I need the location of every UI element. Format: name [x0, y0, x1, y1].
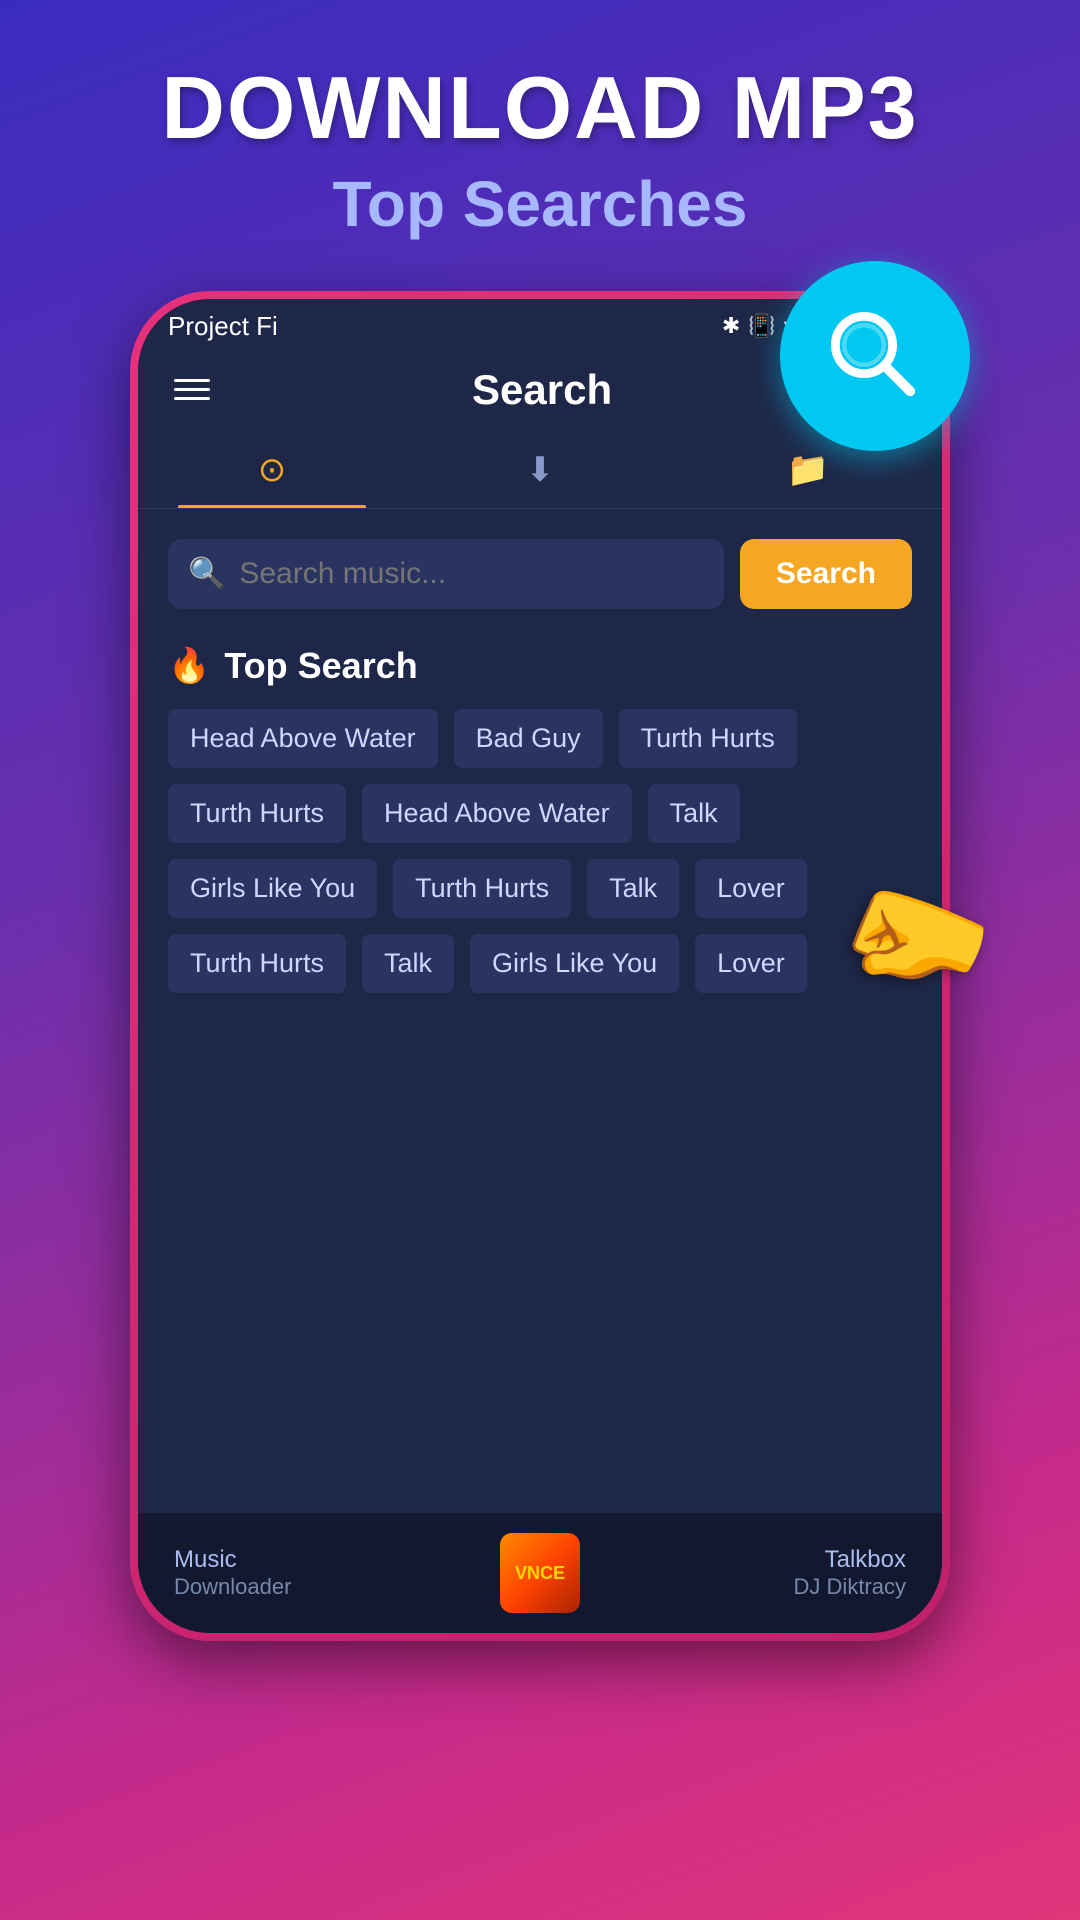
- search-input[interactable]: [239, 539, 704, 609]
- bottom-bar-left-title: Music: [174, 1546, 480, 1574]
- tag-talk-1[interactable]: Talk: [648, 784, 740, 843]
- tab-search[interactable]: ⊙: [138, 432, 406, 508]
- tags-container: Head Above Water Bad Guy Turth Hurts Tur…: [168, 709, 912, 993]
- tag-talk-3[interactable]: Talk: [362, 934, 454, 993]
- tag-lover-1[interactable]: Lover: [695, 859, 807, 918]
- bluetooth-icon: ✱: [722, 313, 740, 339]
- bottom-bar-right-subtitle: DJ Diktracy: [600, 1574, 906, 1600]
- tag-bad-guy[interactable]: Bad Guy: [454, 709, 603, 768]
- search-bar-row: 🔍 Search: [168, 539, 912, 609]
- top-search-section: 🔥 Top Search Head Above Water Bad Guy Tu…: [168, 645, 912, 993]
- tag-head-above-water-1[interactable]: Head Above Water: [168, 709, 438, 768]
- download-tab-icon: ⬇: [526, 450, 555, 490]
- tag-turth-hurts-3[interactable]: Turth Hurts: [393, 859, 571, 918]
- vibrate-icon: 📳: [748, 313, 775, 339]
- phone-screen: Project Fi ✱ 📳 ▾ ▲ 🔋 59%: [138, 299, 942, 1633]
- bottom-bar-right: Talkbox DJ Diktracy: [600, 1546, 906, 1600]
- tag-turth-hurts-4[interactable]: Turth Hurts: [168, 934, 346, 993]
- tab-downloads[interactable]: ⬇: [406, 432, 674, 508]
- app-title: Search: [472, 366, 612, 414]
- search-input-wrapper: 🔍: [168, 539, 724, 609]
- header-section: DOWNLOAD MP3 Top Searches: [0, 0, 1080, 271]
- search-circle: [780, 261, 970, 451]
- folder-tab-icon: 📁: [787, 450, 829, 490]
- tag-lover-2[interactable]: Lover: [695, 934, 807, 993]
- top-search-header: 🔥 Top Search: [168, 645, 912, 687]
- subtitle: Top Searches: [40, 167, 1040, 241]
- search-button[interactable]: Search: [740, 539, 912, 609]
- tag-head-above-water-2[interactable]: Head Above Water: [362, 784, 632, 843]
- thumb-label: VNCE: [515, 1564, 565, 1582]
- album-thumb[interactable]: VNCE: [500, 1533, 580, 1613]
- tag-talk-2[interactable]: Talk: [587, 859, 679, 918]
- tab-bar: ⊙ ⬇ 📁: [138, 432, 942, 509]
- bottom-bar-left-subtitle: Downloader: [174, 1574, 480, 1600]
- phone-wrapper: 🤜 Project Fi ✱ 📳 ▾ ▲ 🔋 59%: [130, 291, 950, 1641]
- bottom-bar-left: Music Downloader: [174, 1546, 480, 1600]
- fire-icon: 🔥: [168, 646, 210, 686]
- bottom-bar: Music Downloader VNCE Talkbox DJ Diktrac…: [138, 1513, 942, 1633]
- carrier-label: Project Fi: [168, 311, 278, 342]
- page-wrapper: DOWNLOAD MP3 Top Searches 🤜 Project Fi ✱: [0, 0, 1080, 1920]
- tag-turth-hurts-2[interactable]: Turth Hurts: [168, 784, 346, 843]
- menu-button[interactable]: [174, 379, 210, 400]
- tag-girls-like-you-1[interactable]: Girls Like You: [168, 859, 377, 918]
- tag-turth-hurts-1[interactable]: Turth Hurts: [619, 709, 797, 768]
- search-tab-icon: ⊙: [258, 450, 287, 490]
- tag-girls-like-you-2[interactable]: Girls Like You: [470, 934, 679, 993]
- top-search-label: Top Search: [224, 645, 417, 687]
- search-input-icon: 🔍: [188, 556, 225, 591]
- bottom-bar-right-title: Talkbox: [600, 1546, 906, 1574]
- main-title: DOWNLOAD MP3: [40, 60, 1040, 157]
- content-area: 🔍 Search 🔥 Top Search: [138, 509, 942, 1513]
